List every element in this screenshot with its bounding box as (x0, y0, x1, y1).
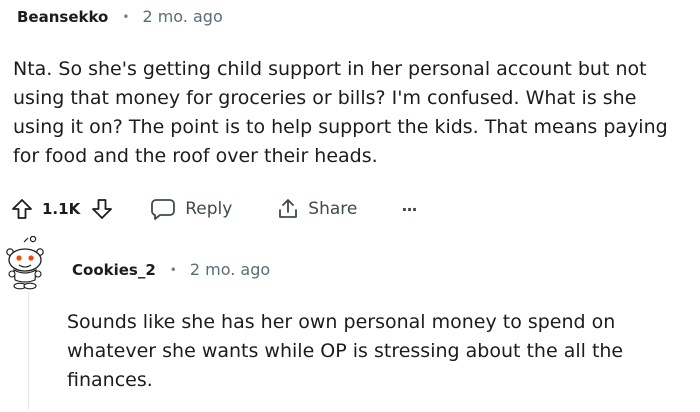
upvote-icon (12, 199, 32, 219)
separator-dot: • (169, 262, 177, 277)
comment-line: finances. (67, 369, 153, 391)
comment-timestamp[interactable]: 2 mo. ago (142, 7, 222, 26)
share-icon (279, 199, 298, 218)
comment-line: using that money for groceries or bills?… (13, 87, 637, 109)
reply-bubble-icon (151, 199, 176, 220)
more-options-icon: ··· (401, 199, 417, 219)
comment-author[interactable]: Beansekko (17, 8, 108, 26)
comment-header: Beansekko • 2 mo. ago (17, 7, 223, 26)
reply-comment-header: Cookies_2 • 2 mo. ago (72, 260, 270, 279)
upvote-button[interactable] (10, 197, 34, 221)
comment-line: whatever she wants while OP is stressing… (67, 340, 624, 362)
downvote-button[interactable] (90, 197, 114, 221)
snoo-avatar-icon (6, 235, 44, 290)
comment-body: Nta. So she's getting child support in h… (13, 55, 668, 171)
share-label: Share (308, 199, 358, 219)
reply-label: Reply (185, 199, 233, 219)
share-button[interactable]: Share (276, 197, 357, 221)
comment-line: Nta. So she's getting child support in h… (13, 58, 647, 80)
more-options-button[interactable]: ··· (401, 199, 417, 219)
avatar[interactable] (0, 235, 50, 292)
downvote-icon (92, 199, 113, 219)
reply-button[interactable]: Reply (150, 197, 232, 221)
vote-count: 1.1K (42, 200, 81, 218)
comment-line: for food and the roof over their heads. (13, 145, 378, 167)
comment-timestamp[interactable]: 2 mo. ago (190, 260, 270, 279)
reply-comment-body: Sounds like she has her own personal mon… (67, 308, 623, 395)
comment-author[interactable]: Cookies_2 (72, 261, 156, 279)
comment-line: Sounds like she has her own personal mon… (67, 311, 616, 333)
comment-line: using it on? The point is to help suppor… (13, 116, 668, 138)
comment-actions: 1.1K Reply Share ··· (10, 194, 418, 224)
thread-line[interactable] (28, 292, 29, 410)
separator-dot: • (122, 9, 130, 24)
